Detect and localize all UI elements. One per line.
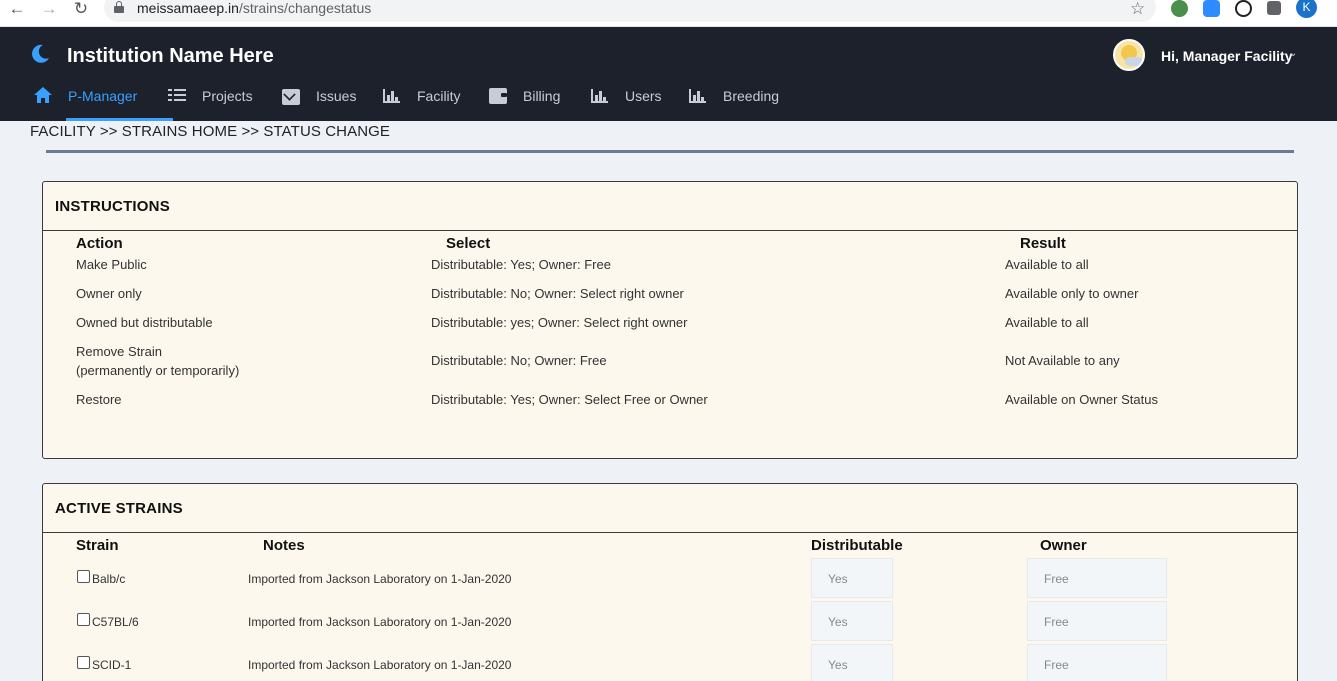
address-url[interactable]: meissamaeep.in/strains/changestatus: [137, 0, 371, 16]
instruction-select: Distributable: Yes; Owner: Free: [431, 257, 611, 272]
card-title: INSTRUCTIONS: [55, 197, 170, 215]
back-arrow-icon[interactable]: ←: [8, 0, 26, 18]
instruction-result: Available only to owner: [1005, 286, 1139, 301]
nav-issues[interactable]: Issues: [282, 87, 356, 121]
table-row: C57BL/6 Imported from Jackson Laboratory…: [43, 601, 1297, 644]
nav-label: Billing: [523, 88, 561, 104]
column-header-strain: Strain: [76, 537, 119, 554]
nav-label: Issues: [316, 88, 357, 104]
instruction-action: Make Public: [76, 257, 147, 272]
column-header-owner: Owner: [1040, 537, 1087, 554]
distributable-select[interactable]: Yes: [811, 601, 893, 641]
nav-users[interactable]: Users: [591, 87, 662, 121]
nav-projects[interactable]: Projects: [168, 87, 253, 121]
active-strains-card: ACTIVE STRAINS Strain Notes Distributabl…: [42, 483, 1298, 681]
nav-billing[interactable]: Billing: [489, 87, 560, 121]
column-header-select: Select: [446, 235, 491, 252]
strain-checkbox[interactable]: [77, 656, 90, 669]
chevron-down-icon[interactable]: ⌄: [1289, 48, 1297, 59]
column-header-action: Action: [76, 235, 123, 252]
instruction-action: Owned but distributable: [76, 315, 213, 330]
table-row: Balb/c Imported from Jackson Laboratory …: [43, 558, 1297, 601]
moon-icon[interactable]: [30, 44, 50, 64]
instruction-result: Available to all: [1005, 315, 1089, 330]
nav-label: Users: [625, 88, 662, 104]
lock-icon[interactable]: [114, 1, 124, 13]
instruction-result: Available on Owner Status: [1005, 392, 1158, 407]
instructions-card: INSTRUCTIONS Action Select Result Make P…: [42, 181, 1298, 459]
puzzle-extensions-icon[interactable]: [1267, 1, 1281, 15]
distributable-select[interactable]: Yes: [811, 558, 893, 598]
strain-notes: Imported from Jackson Laboratory on 1-Ja…: [248, 615, 512, 629]
forward-arrow-icon[interactable]: →: [40, 0, 58, 18]
nav-label: P-Manager: [68, 88, 138, 104]
envelope-icon: [282, 89, 300, 105]
instruction-action: Restore: [76, 392, 122, 407]
video-extension-icon[interactable]: [1203, 0, 1220, 17]
owner-select[interactable]: Free: [1027, 558, 1167, 598]
card-header: ACTIVE STRAINS: [43, 484, 1297, 533]
nav-label: Projects: [202, 88, 253, 104]
owner-select[interactable]: Free: [1027, 601, 1167, 641]
list-icon: [168, 87, 186, 103]
strain-notes: Imported from Jackson Laboratory on 1-Ja…: [248, 658, 512, 672]
chart-icon: [689, 87, 707, 103]
instruction-action: Owner only: [76, 286, 142, 301]
owner-select[interactable]: Free: [1027, 644, 1167, 681]
instruction-select: Distributable: yes; Owner: Select right …: [431, 315, 688, 330]
card-title: ACTIVE STRAINS: [55, 499, 183, 517]
brand-name[interactable]: Institution Name Here: [67, 44, 274, 68]
profile-avatar[interactable]: K: [1296, 0, 1317, 18]
card-header: INSTRUCTIONS: [43, 182, 1297, 231]
column-header-notes: Notes: [263, 537, 305, 554]
nav-facility[interactable]: Facility: [383, 87, 461, 121]
user-greeting[interactable]: Hi, Manager Facility: [1161, 48, 1292, 64]
instruction-result: Not Available to any: [1005, 353, 1120, 368]
bookmark-star-icon[interactable]: ☆: [1130, 0, 1145, 19]
instruction-result: Available to all: [1005, 257, 1089, 272]
app-header: Institution Name Here Hi, Manager Facili…: [0, 27, 1337, 121]
column-header-distributable: Distributable: [811, 537, 903, 554]
wallet-icon: [489, 88, 507, 104]
column-header-result: Result: [1020, 235, 1066, 252]
main-nav: P-Manager Projects Issues Facility Billi…: [0, 87, 1337, 121]
distributable-select[interactable]: Yes: [811, 644, 893, 681]
table-row: SCID-1 Imported from Jackson Laboratory …: [43, 644, 1297, 681]
strain-checkbox[interactable]: [77, 570, 90, 583]
instruction-select: Distributable: Yes; Owner: Select Free o…: [431, 392, 708, 407]
instruction-action-note: (permanently or temporarily): [76, 363, 240, 378]
compass-extension-icon[interactable]: [1235, 0, 1252, 17]
strain-name: Balb/c: [92, 572, 126, 586]
user-avatar[interactable]: [1113, 39, 1145, 71]
nav-label: Facility: [417, 88, 461, 104]
chart-icon: [591, 87, 609, 103]
breadcrumb[interactable]: FACILITY >> STRAINS HOME >> STATUS CHANG…: [30, 123, 390, 140]
home-icon: [34, 87, 52, 103]
nav-label: Breeding: [723, 88, 780, 104]
instruction-action: Remove Strain: [76, 344, 162, 359]
strain-notes: Imported from Jackson Laboratory on 1-Ja…: [248, 572, 512, 586]
nav-p-manager[interactable]: P-Manager: [34, 87, 174, 121]
instruction-select: Distributable: No; Owner: Select right o…: [431, 286, 684, 301]
strain-checkbox[interactable]: [77, 613, 90, 626]
instruction-select: Distributable: No; Owner: Free: [431, 353, 607, 368]
browser-toolbar: ← → ↻ meissamaeep.in/strains/changestatu…: [0, 0, 1337, 27]
strain-name: SCID-1: [92, 658, 132, 672]
reload-icon[interactable]: ↻: [72, 0, 90, 18]
nav-breeding[interactable]: Breeding: [689, 87, 779, 121]
chart-icon: [383, 87, 401, 103]
globe-extension-icon[interactable]: [1171, 0, 1188, 17]
divider: [46, 150, 1294, 153]
strain-name: C57BL/6: [92, 615, 139, 629]
